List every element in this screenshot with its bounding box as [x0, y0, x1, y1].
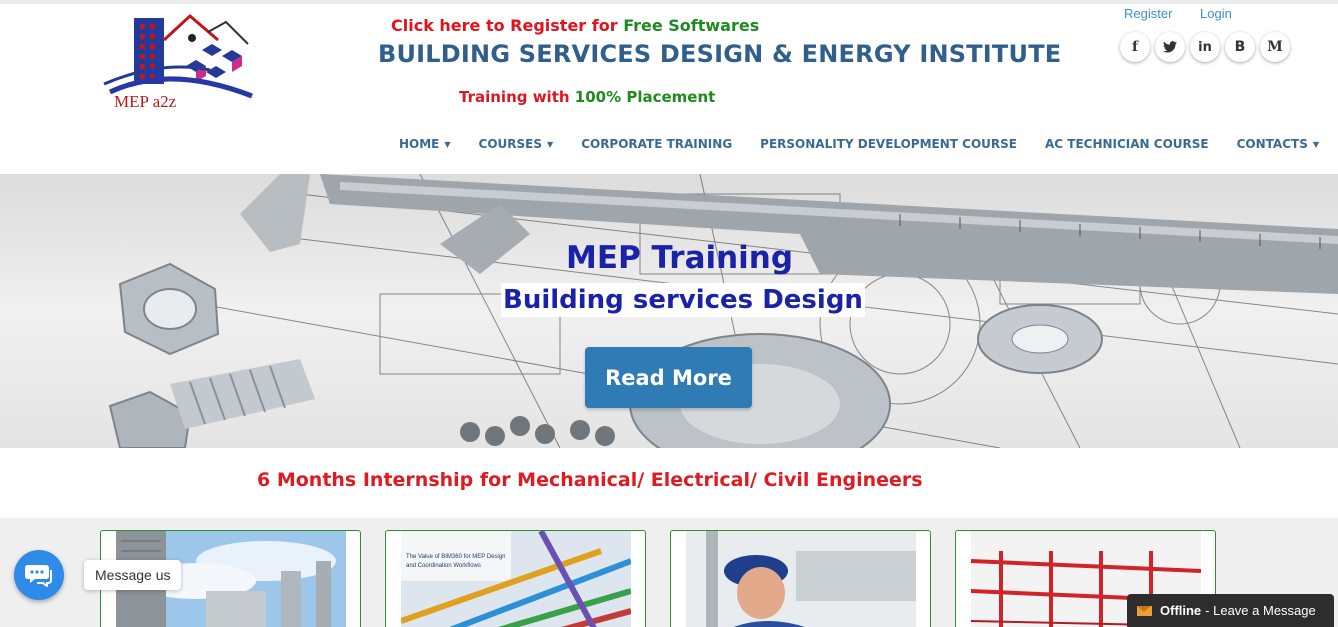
nav-courses[interactable]: COURSES ▼	[479, 137, 554, 151]
top-border	[0, 0, 1338, 4]
caret-down-icon: ▼	[547, 140, 554, 149]
messenger-chat-button[interactable]	[14, 550, 64, 600]
hero-slider: MEP Training Building services Design Re…	[0, 174, 1338, 448]
card-bim-mep[interactable]: The Value of BIM360 for MEP Design and C…	[385, 530, 646, 627]
offline-leave-message: - Leave a Message	[1205, 603, 1316, 618]
site-title: BUILDING SERVICES DESIGN & ENERGY INSTIT…	[378, 40, 1062, 68]
nav-home-label: HOME	[399, 137, 440, 151]
caret-down-icon: ▼	[444, 140, 451, 149]
twitter-icon[interactable]	[1155, 32, 1185, 62]
promo-training-red: Training with	[459, 88, 575, 106]
card-image	[686, 531, 916, 627]
facebook-icon[interactable]: f	[1120, 32, 1150, 62]
card-technician[interactable]	[670, 530, 931, 627]
chat-bubble-icon	[25, 565, 52, 587]
nav-contacts-label: CONTACTS	[1236, 137, 1308, 151]
bim-mep-image	[401, 531, 631, 627]
register-link[interactable]: Register	[1124, 6, 1172, 21]
nav-ac-technician[interactable]: AC TECHNICIAN COURSE	[1045, 137, 1209, 151]
register-free-software-link[interactable]: Click here to Register for Free Software…	[391, 16, 759, 35]
auth-links: Register Login	[1124, 6, 1256, 21]
training-placement-banner: Training with 100% Placement	[459, 88, 715, 106]
main-nav: HOME ▼ COURSES ▼ CORPORATE TRAINING PERSON…	[399, 137, 1338, 151]
blogger-icon[interactable]: B	[1225, 32, 1255, 62]
nav-contacts[interactable]: CONTACTS ▼	[1237, 137, 1319, 151]
promo-register-green: Free Softwares	[623, 16, 760, 35]
twitter-bird-glyph	[1163, 41, 1177, 53]
medium-icon[interactable]: M	[1260, 32, 1290, 62]
hero-subtitle: Building services Design	[501, 283, 865, 317]
envelope-icon	[1137, 605, 1152, 616]
card-image: The Value of BIM360 for MEP Design and C…	[401, 531, 631, 627]
technician-image	[686, 531, 916, 627]
offline-status: Offline	[1160, 603, 1202, 618]
nav-personality-development-label: PERSONALITY DEVELOPMENT COURSE	[760, 137, 1017, 151]
nav-ac-technician-label: AC TECHNICIAN COURSE	[1044, 137, 1209, 151]
promo-register-red: Click here to Register for	[391, 16, 624, 35]
caret-down-icon: ▼	[1312, 140, 1319, 149]
login-link[interactable]: Login	[1200, 6, 1232, 21]
social-links: f in B M	[1120, 32, 1290, 62]
internship-banner[interactable]: 6 Months Internship for Mechanical/ Elec…	[257, 469, 923, 491]
card-bim-caption: The Value of BIM360 for MEP Design and C…	[406, 554, 506, 569]
linkedin-icon[interactable]: in	[1190, 32, 1220, 62]
nav-courses-label: COURSES	[478, 137, 543, 151]
nav-corporate-training[interactable]: CORPORATE TRAINING	[581, 137, 732, 151]
nav-personality-development[interactable]: PERSONALITY DEVELOPMENT COURSE	[760, 137, 1017, 151]
promo-training-green: 100% Placement	[574, 88, 716, 106]
offline-message-bar[interactable]: Offline - Leave a Message	[1127, 594, 1334, 627]
nav-corporate-training-label: CORPORATE TRAINING	[581, 137, 733, 151]
site-logo[interactable]: MEP a2z	[100, 10, 260, 114]
message-us-label[interactable]: Message us	[84, 560, 182, 590]
nav-home[interactable]: HOME ▼	[399, 137, 451, 151]
read-more-button[interactable]: Read More	[585, 347, 752, 408]
logo-text: MEP a2z	[114, 92, 177, 111]
hero-title: MEP Training	[566, 240, 794, 276]
